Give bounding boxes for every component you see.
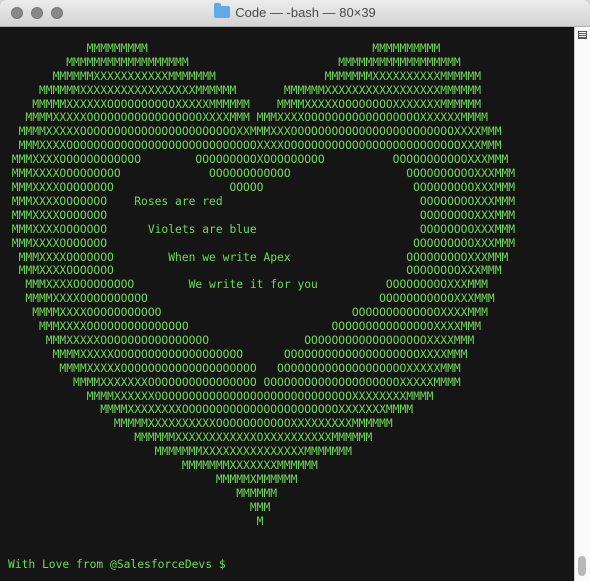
art-line: MMMMXXXXOOOOOOOOOOO OOOOOOOOOOOOOXXXXMMM [5, 306, 488, 320]
art-line: MMMXXXXOOOOOOO When we write Apex OOOOOO… [5, 250, 509, 264]
ascii-heart-art: MMMMMMMMM MMMMMMMMMM MMMMMMMMMMMMMMMMMM … [5, 28, 515, 529]
art-line: MMMXXXXXOOOOOOOOOOOOOOOO OOOOOOOOOOOOOOO… [5, 333, 475, 347]
art-line: MMMMXXXXXOOOOOOOOOOOOOOOOOOOOOOOXXMMMXXX… [5, 125, 502, 139]
art-line: MMMXXXXOOOOOOOOO We write it for you OOO… [5, 278, 488, 292]
scrollbar[interactable] [574, 27, 590, 581]
art-line: MMMMXXXXOOOOOOOOOO OOOOOOOOOOOXXXMMM [5, 292, 495, 306]
art-line: MMMMMMMMMMMMMMMMMM MMMMMMMMMMMMMMMMMM [5, 55, 461, 69]
art-line: MMMMXXXXXOOOOOOOOOOOOOOOOOOOO OOOOOOOOOO… [5, 361, 461, 375]
art-line: MMMXXXXOOOOOOOO OOOOO OOOOOOOOOXXXMMM [5, 180, 516, 194]
art-line: MMMMMMMMM MMMMMMMMMM [5, 41, 441, 55]
art-line: M [5, 514, 264, 528]
art-line: MMMXXXXOOOOOOOOO OOOOOOOOOOOO OOOOOOOOOO… [5, 167, 516, 181]
scroll-thumb[interactable] [578, 556, 586, 576]
art-line: MMMMMMXXXXXXXXXXXMMMMMMM MMMMMMMXXXXXXXX… [5, 69, 482, 83]
art-line: MMMMMXMMMMMM [5, 473, 298, 486]
art-line: MMMMXXXXXOOOOOOOOOOOOOOOOOOO OOOOOOOOOOO… [5, 347, 468, 361]
art-line: MMMXXXXOOOOOOOOOOOO OOOOOOOOOXOOOOOOOOO … [5, 153, 509, 167]
art-line: MMMMMMXXXXXXXXXXXXOXXXXXXXXXXMMMMMM [5, 431, 373, 445]
art-line: MMMXXXXOOOOOOO OOOOOOOOXXXMMM [5, 208, 516, 222]
art-line: MMMXXXXOOOOOOO OOOOOOOOOXXXMMM [5, 236, 516, 250]
window-title: Code — -bash — 80×39 [0, 3, 590, 20]
shell-prompt[interactable]: With Love from @SalesforceDevs $ [8, 558, 232, 571]
art-line: MMMXXXXOOOOOOOOOOOOOOOOOOOOOOOOOOOOXXXXO… [5, 139, 502, 153]
title-bar[interactable]: Code — -bash — 80×39 [0, 0, 590, 27]
art-line: MMMMMMMXXXXXXXMMMMMM [5, 459, 318, 473]
art-line: MMMXXXXOOOOOOO Roses are red OOOOOOOOXXX… [5, 194, 516, 208]
art-line: MMMMMXXXXXXXXXXOOOOOOOOOOOXXXXXXXXXMMMMM… [5, 417, 393, 431]
art-line: MMMXXXXOOOOOOOOOOOOOOO OOOOOOOOOOOOOOOXX… [5, 320, 482, 334]
window-title-text: Code — -bash — 80×39 [235, 5, 376, 20]
art-line: MMMXXXXOOOOOOO OOOOOOOOXXXMMM [5, 264, 502, 278]
art-line: MMMMXXXXXXOOOOOOOOOOOOOOOOOOOOOOOOOOOOOX… [5, 389, 434, 403]
art-line: MMMXXXXOOOOOOO Violets are blue OOOOOOOO… [5, 222, 516, 236]
art-line: MMMMMMMXXXXXXXXXXXXXXXMMMMMMM [5, 445, 352, 459]
art-line: MMMMMXXXXXXOOOOOOOOOOXXXXXMMMMMM MMMMXXX… [5, 97, 482, 111]
art-line: MMMMXXXXXXXOOOOOOOOOOOOOOOO OOOOOOOOOOOO… [5, 375, 461, 389]
art-line: MMMMMMXXXXXXXXXXXXXXXXXMMMMMM MMMMMMXXXX… [5, 83, 482, 97]
menu-icon[interactable] [578, 31, 587, 39]
art-line: MMM [5, 500, 271, 514]
art-line: MMMMXXXXXXXXOOOOOOOOOOOOOOOOOOOOOOOXXXXX… [5, 403, 414, 417]
art-line: MMMMXXXXXOOOOOOOOOOOOOOOOOXXXXMMM MMMXXX… [5, 111, 488, 125]
folder-icon [214, 3, 231, 18]
art-line: MMMMMM [5, 486, 278, 500]
terminal-window: Code — -bash — 80×39 MMMMMMMMM MMMMMMMMM… [0, 0, 590, 581]
